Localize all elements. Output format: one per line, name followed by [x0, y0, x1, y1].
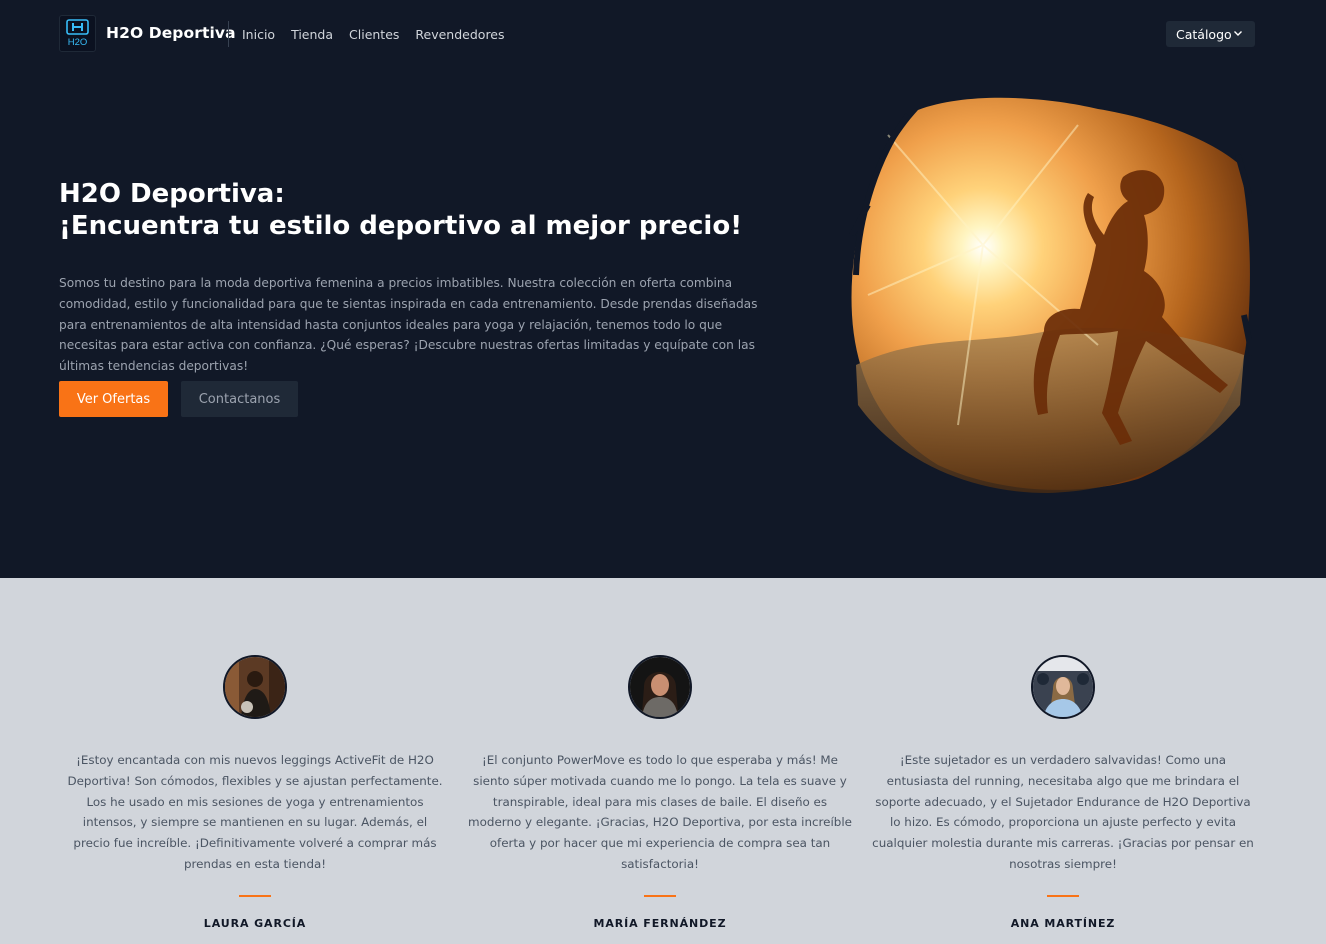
testimonial-author: ANA MARTÍNEZ [1010, 916, 1116, 930]
avatar [223, 655, 287, 719]
hero-title-line1: H2O Deportiva: [59, 179, 285, 209]
avatar-image [1033, 657, 1093, 717]
avatar [1031, 655, 1095, 719]
h2o-logo-icon: H2O [66, 19, 89, 48]
accent-divider [1047, 894, 1079, 897]
nav-link-clientes[interactable]: Clientes [349, 27, 399, 42]
brand-name[interactable]: H2O Deportiva [106, 24, 236, 42]
testimonial-author: LAURA GARCÍA [203, 916, 307, 930]
testimonial-card: ¡Estoy encantada con mis nuevos leggings… [59, 655, 451, 930]
testimonial-quote: ¡Este sujetador es un verdadero salvavid… [872, 753, 1254, 871]
ver-ofertas-button[interactable]: Ver Ofertas [59, 381, 168, 417]
hero-section: H2O H2O Deportiva Inicio Tienda Clientes… [0, 0, 1326, 578]
testimonial-author: MARÍA FERNÁNDEZ [593, 916, 727, 930]
nav-link-inicio[interactable]: Inicio [242, 27, 275, 42]
catalog-dropdown-button[interactable]: Catálogo [1166, 21, 1255, 47]
avatar-image [225, 657, 285, 717]
avatar [628, 655, 692, 719]
testimonial-card: ¡Este sujetador es un verdadero salvavid… [867, 655, 1259, 930]
hero-runner-image [849, 97, 1252, 493]
hero-title-line2: ¡Encuentra tu estilo deportivo al mejor … [59, 211, 743, 241]
testimonial-quote: ¡El conjunto PowerMove es todo lo que es… [468, 753, 852, 871]
nav-link-tienda[interactable]: Tienda [291, 27, 333, 42]
nav-divider [228, 21, 229, 47]
chevron-down-icon [1234, 31, 1242, 36]
testimonials-section: ¡Estoy encantada con mis nuevos leggings… [0, 578, 1326, 944]
catalog-label: Catálogo [1176, 26, 1232, 42]
accent-divider [239, 894, 271, 897]
testimonial-card: ¡El conjunto PowerMove es todo lo que es… [464, 655, 856, 930]
svg-text:H2O: H2O [68, 37, 88, 48]
hero-description: Somos tu destino para la moda deportiva … [59, 276, 758, 374]
nav-links: Inicio Tienda Clientes Revendedores [242, 27, 505, 42]
nav-link-revendedores[interactable]: Revendedores [415, 27, 504, 42]
testimonial-quote: ¡Estoy encantada con mis nuevos leggings… [67, 753, 443, 871]
accent-divider [644, 894, 676, 897]
contactanos-button[interactable]: Contactanos [181, 381, 298, 417]
hero-title: H2O Deportiva: ¡Encuentra tu estilo depo… [59, 178, 759, 242]
avatar-image [630, 657, 690, 717]
navbar: H2O H2O Deportiva Inicio Tienda Clientes… [59, 15, 1255, 53]
brand-logo[interactable]: H2O [59, 15, 96, 52]
